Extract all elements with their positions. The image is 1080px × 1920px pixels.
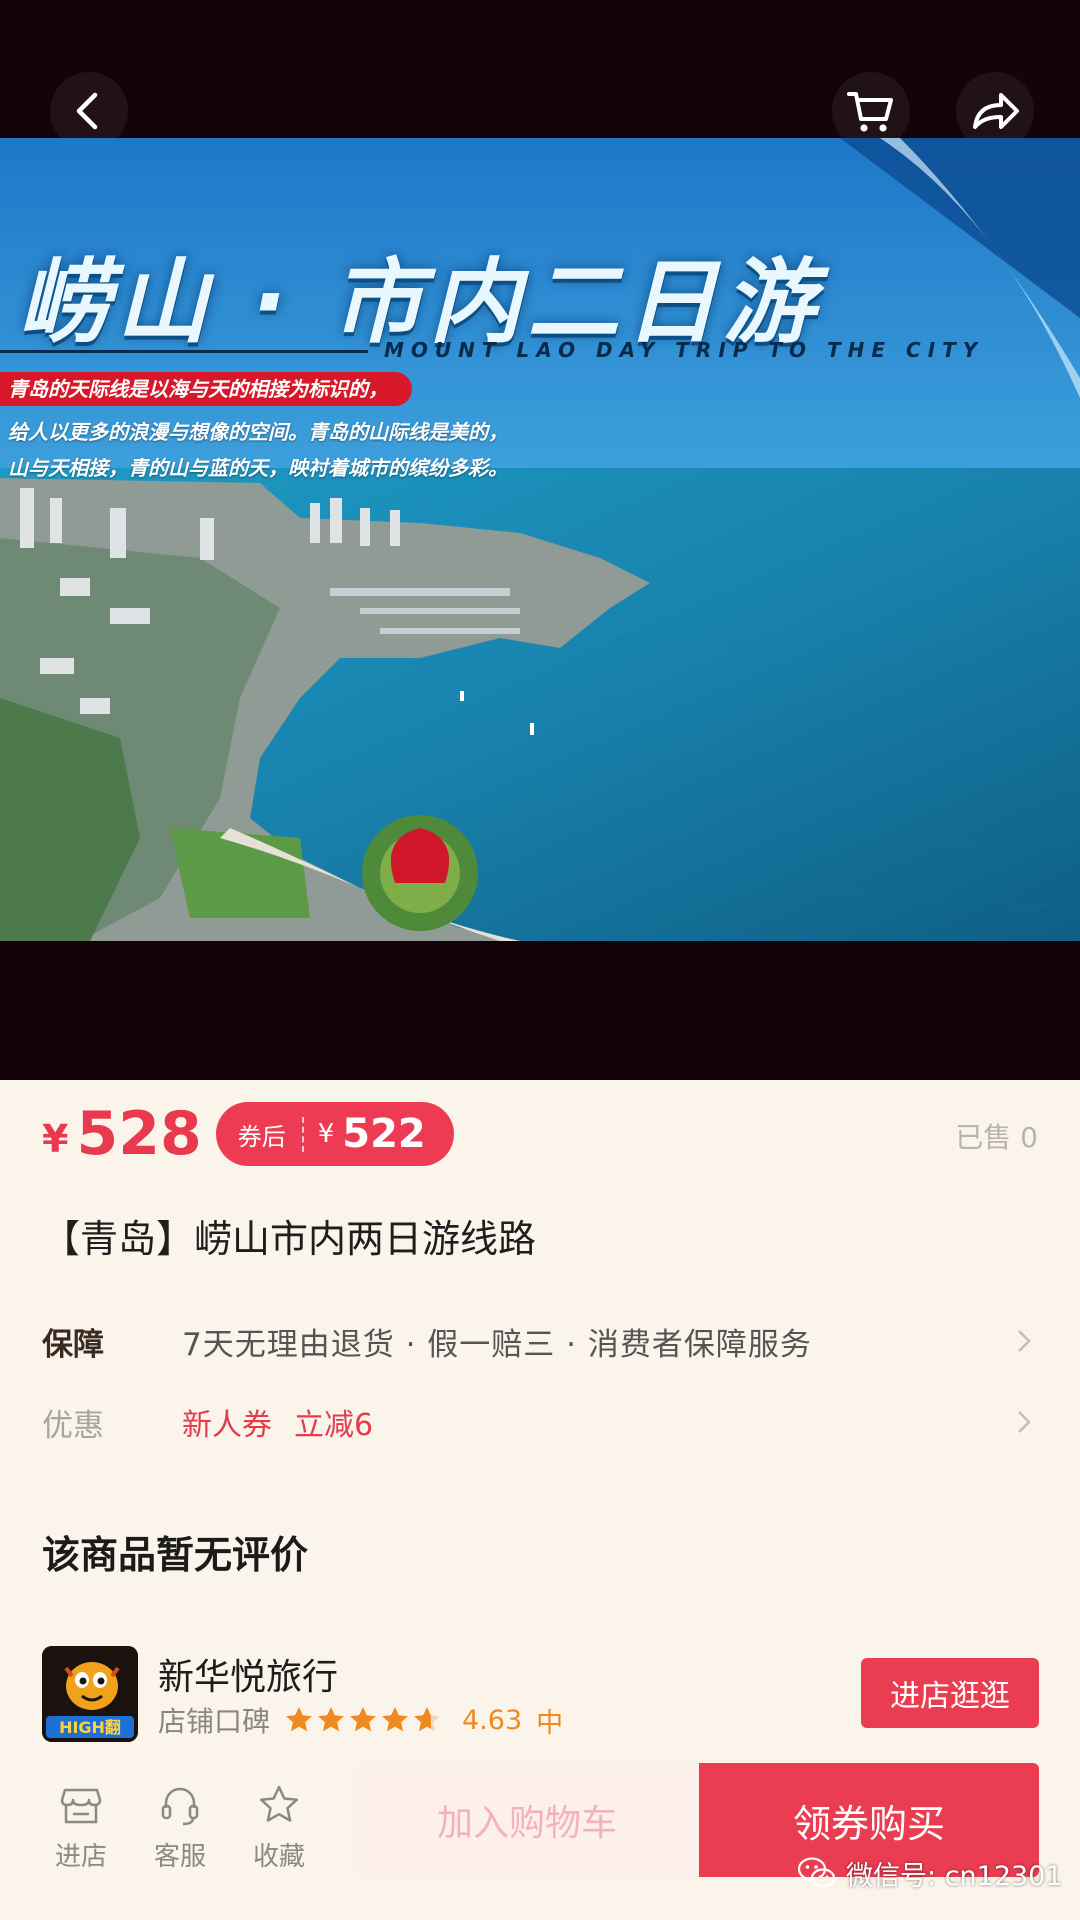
hero-banner: 崂山 · 市内二日游 MOUNT LAO DAY TRIP TO THE CIT… [0,138,1080,941]
svg-text:HIGH翻: HIGH翻 [59,1718,121,1737]
shop-name[interactable]: 新华悦旅行 [158,1648,338,1700]
price-value: 528 [76,1099,202,1169]
rating-star-icon [318,1707,344,1732]
tab-favorite-label: 收藏 [252,1842,305,1872]
promo-tag-newuser: 新人券 [182,1408,272,1443]
tab-store-label: 进店 [54,1842,107,1872]
hero-divider [0,350,368,353]
hero-desc-line2: 山与天相接，青的山与蓝的天，映衬着城市的缤纷多彩。 [8,456,508,480]
shop-logo[interactable]: HIGH翻 [42,1646,138,1742]
rating-star-icon [382,1707,408,1732]
product-title: 【青岛】崂山市内两日游线路 [42,1217,537,1261]
shop-score: 4.63 [462,1704,523,1736]
hero-tag: 青岛的天际线是以海与天的相接为标识的， [0,372,412,406]
shop-rating-label: 店铺口碑 [158,1705,271,1738]
coupon-price: 522 [342,1111,426,1157]
tab-store[interactable]: 进店 [36,1782,126,1873]
promo-label: 优惠 [42,1407,104,1444]
enter-shop-button[interactable]: 进店逛逛 [861,1658,1039,1728]
tab-customer-service[interactable]: 客服 [135,1782,225,1873]
promo-tags: 新人券 立减6 [182,1400,373,1444]
star-icon [259,1785,299,1822]
sold-count: 已售 0 [955,1121,1038,1154]
guarantee-row[interactable]: 保障 7天无理由退货 · 假一赔三 · 消费者保障服务 [42,1316,1038,1366]
tab-favorite[interactable]: 收藏 [234,1782,324,1873]
guarantee-label: 保障 [42,1326,104,1363]
chevron-left-icon [76,92,98,130]
rating-stars [284,1705,444,1735]
guarantee-value: 7天无理由退货 · 假一赔三 · 消费者保障服务 [182,1326,812,1363]
add-to-cart-button[interactable]: 加入购物车 [355,1763,699,1877]
coupon-currency: ¥ [317,1119,335,1149]
store-icon [60,1788,102,1824]
shop-rating: 店铺口碑 4.63 中 [158,1700,563,1740]
rating-star-icon [286,1707,312,1732]
hero-subtitle: MOUNT LAO DAY TRIP TO THE CITY [384,338,985,362]
promo-row[interactable]: 优惠 新人券 立减6 [42,1397,1038,1447]
watermark: 微信号: cn12301 [796,1852,1063,1894]
shop-level: 中 [536,1707,564,1739]
chevron-right-icon [1018,1411,1031,1433]
price-currency: ¥ [42,1117,69,1161]
headset-icon [161,1787,199,1826]
share-icon [973,93,1019,129]
wechat-icon [797,1857,836,1888]
cart-icon [847,92,893,132]
chevron-right-icon [1018,1330,1031,1352]
coupon-price-badge[interactable]: 券后 ¥ 522 [215,1102,454,1166]
promo-tag-discount: 立减6 [294,1408,374,1443]
rating-star-icon [414,1707,440,1732]
rating-star-icon [350,1707,376,1732]
watermark-text: 微信号: cn12301 [846,1860,1063,1892]
review-empty-title: 该商品暂无评价 [42,1533,309,1577]
shop-logo-image: HIGH翻 [42,1646,138,1742]
hero-desc-line1: 给人以更多的浪漫与想像的空间。青岛的山际线是美的， [8,420,508,444]
price-row: ¥ 528 券后 ¥ 522 [42,1099,454,1169]
tab-service-label: 客服 [153,1842,206,1872]
coupon-label: 券后 [238,1116,304,1152]
